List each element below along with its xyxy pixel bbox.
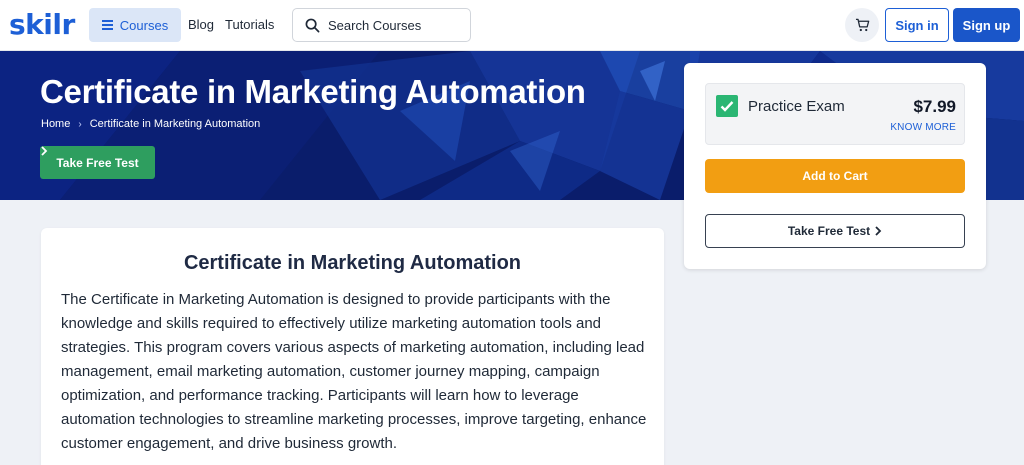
search-icon	[305, 18, 320, 32]
sign-up-button[interactable]: Sign up	[953, 8, 1020, 42]
practice-exam-checkbox[interactable]	[716, 95, 738, 117]
chevron-right-icon	[41, 146, 48, 156]
courses-label: Courses	[119, 17, 169, 33]
search-box[interactable]	[292, 8, 471, 42]
sign-in-button[interactable]: Sign in	[885, 8, 949, 42]
take-free-test-label: Take Free Test	[56, 155, 139, 170]
chevron-right-icon: ›	[78, 118, 82, 130]
cart-icon	[855, 18, 869, 32]
purchase-card: Practice Exam $7.99 KNOW MORE Add to Car…	[684, 63, 986, 269]
checkmark-icon	[720, 101, 734, 112]
tutorials-link[interactable]: Tutorials	[225, 17, 274, 32]
take-free-test-side-button[interactable]: Take Free Test	[705, 214, 965, 248]
course-description: The Certificate in Marketing Automation …	[61, 291, 647, 452]
chevron-right-icon	[875, 226, 882, 236]
price: $7.99	[913, 97, 956, 116]
know-more-link[interactable]: KNOW MORE	[890, 122, 956, 133]
cart-button[interactable]	[845, 8, 879, 42]
practice-exam-option[interactable]: Practice Exam $7.99 KNOW MORE	[705, 83, 965, 145]
add-to-cart-button[interactable]: Add to Cart	[705, 159, 965, 193]
skilr-logo[interactable]: skilr	[9, 8, 75, 41]
breadcrumb-home[interactable]: Home	[41, 118, 70, 130]
breadcrumb-current[interactable]: Certificate in Marketing Automation	[90, 118, 261, 130]
list-icon	[101, 20, 113, 30]
take-free-test-side-label: Take Free Test	[787, 224, 871, 238]
page-title: Certificate in Marketing Automation	[40, 73, 586, 110]
courses-button[interactable]: Courses	[89, 8, 181, 42]
breadcrumb: Home › Certificate in Marketing Automati…	[41, 118, 260, 130]
course-description-card: Certificate in Marketing Automation The …	[41, 228, 664, 465]
course-title: Certificate in Marketing Automation	[183, 252, 522, 274]
option-label: Practice Exam	[748, 98, 845, 115]
take-free-test-button[interactable]: Take Free Test	[40, 146, 155, 179]
top-navbar: skilr Courses Blog Tutorials Sign in Sig…	[0, 0, 1024, 51]
search-input[interactable]	[328, 17, 458, 33]
blog-link[interactable]: Blog	[188, 17, 214, 32]
